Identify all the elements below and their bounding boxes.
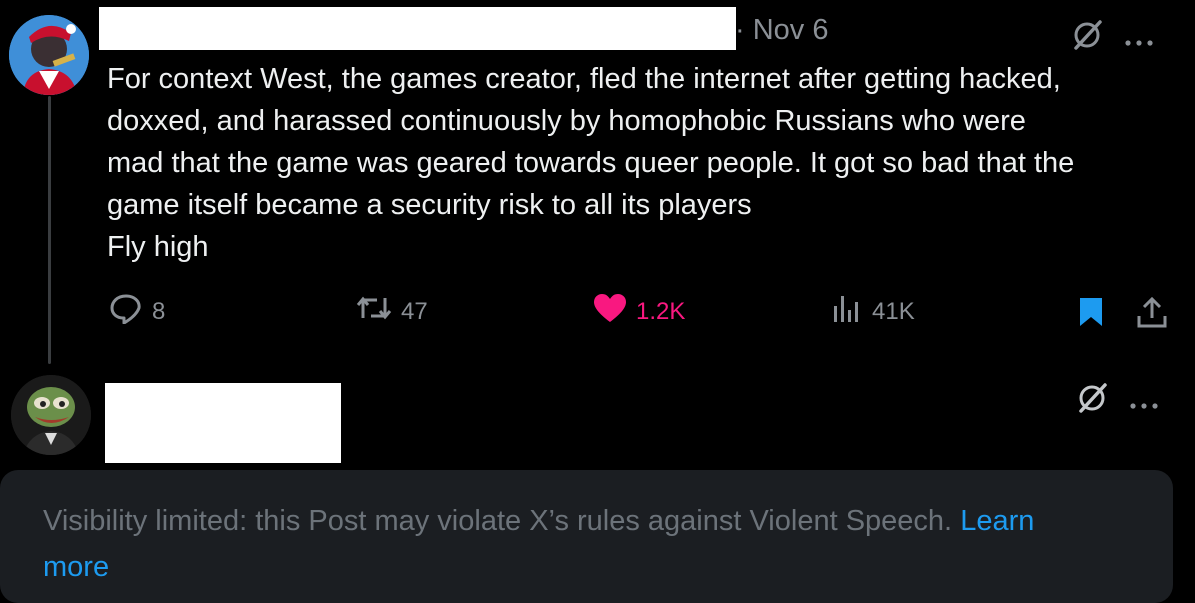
post-text-line: For context West, the games creator, fle… bbox=[107, 63, 1061, 95]
reply-icon bbox=[108, 292, 144, 331]
repost-button[interactable]: 47 bbox=[355, 292, 428, 331]
more-icon[interactable] bbox=[1129, 388, 1159, 414]
redacted-username bbox=[105, 383, 341, 463]
reply-count: 8 bbox=[152, 297, 166, 325]
avatar[interactable] bbox=[9, 15, 89, 95]
redacted-username bbox=[99, 7, 736, 50]
post-text-line: Fly high bbox=[107, 231, 209, 263]
like-icon bbox=[592, 292, 628, 331]
bookmark-button[interactable] bbox=[1077, 296, 1105, 335]
repost-count: 47 bbox=[401, 297, 428, 325]
grok-icon[interactable] bbox=[1075, 381, 1109, 420]
post-text-line: game itself became a security risk to al… bbox=[107, 189, 752, 221]
post-date[interactable]: · Nov 6 bbox=[735, 14, 828, 47]
post-text-line: mad that the game was geared towards que… bbox=[107, 147, 1075, 179]
reply-button[interactable]: 8 bbox=[108, 292, 165, 331]
like-button[interactable]: 1.2K bbox=[592, 292, 685, 331]
post-action-bar: 8 47 1.2K 41K bbox=[0, 292, 1195, 332]
post-body: For context West, the games creator, fle… bbox=[107, 58, 1187, 268]
share-icon bbox=[1135, 296, 1169, 337]
repost-icon bbox=[355, 292, 393, 331]
notice-message: Visibility limited: this Post may violat… bbox=[43, 505, 953, 537]
bookmark-icon bbox=[1077, 296, 1105, 335]
more-icon[interactable] bbox=[1124, 25, 1154, 51]
grok-icon[interactable] bbox=[1070, 18, 1104, 57]
avatar[interactable] bbox=[11, 375, 91, 455]
post-text-line: doxxed, and harassed continuously by hom… bbox=[107, 105, 1026, 137]
share-button[interactable] bbox=[1135, 296, 1169, 337]
like-count: 1.2K bbox=[636, 297, 686, 325]
notice-text: Visibility limited: this Post may violat… bbox=[43, 498, 1143, 590]
views-button[interactable]: 41K bbox=[830, 292, 915, 331]
visibility-limited-notice: Visibility limited: this Post may violat… bbox=[0, 470, 1173, 603]
views-count: 41K bbox=[872, 297, 915, 325]
views-icon bbox=[830, 292, 864, 331]
